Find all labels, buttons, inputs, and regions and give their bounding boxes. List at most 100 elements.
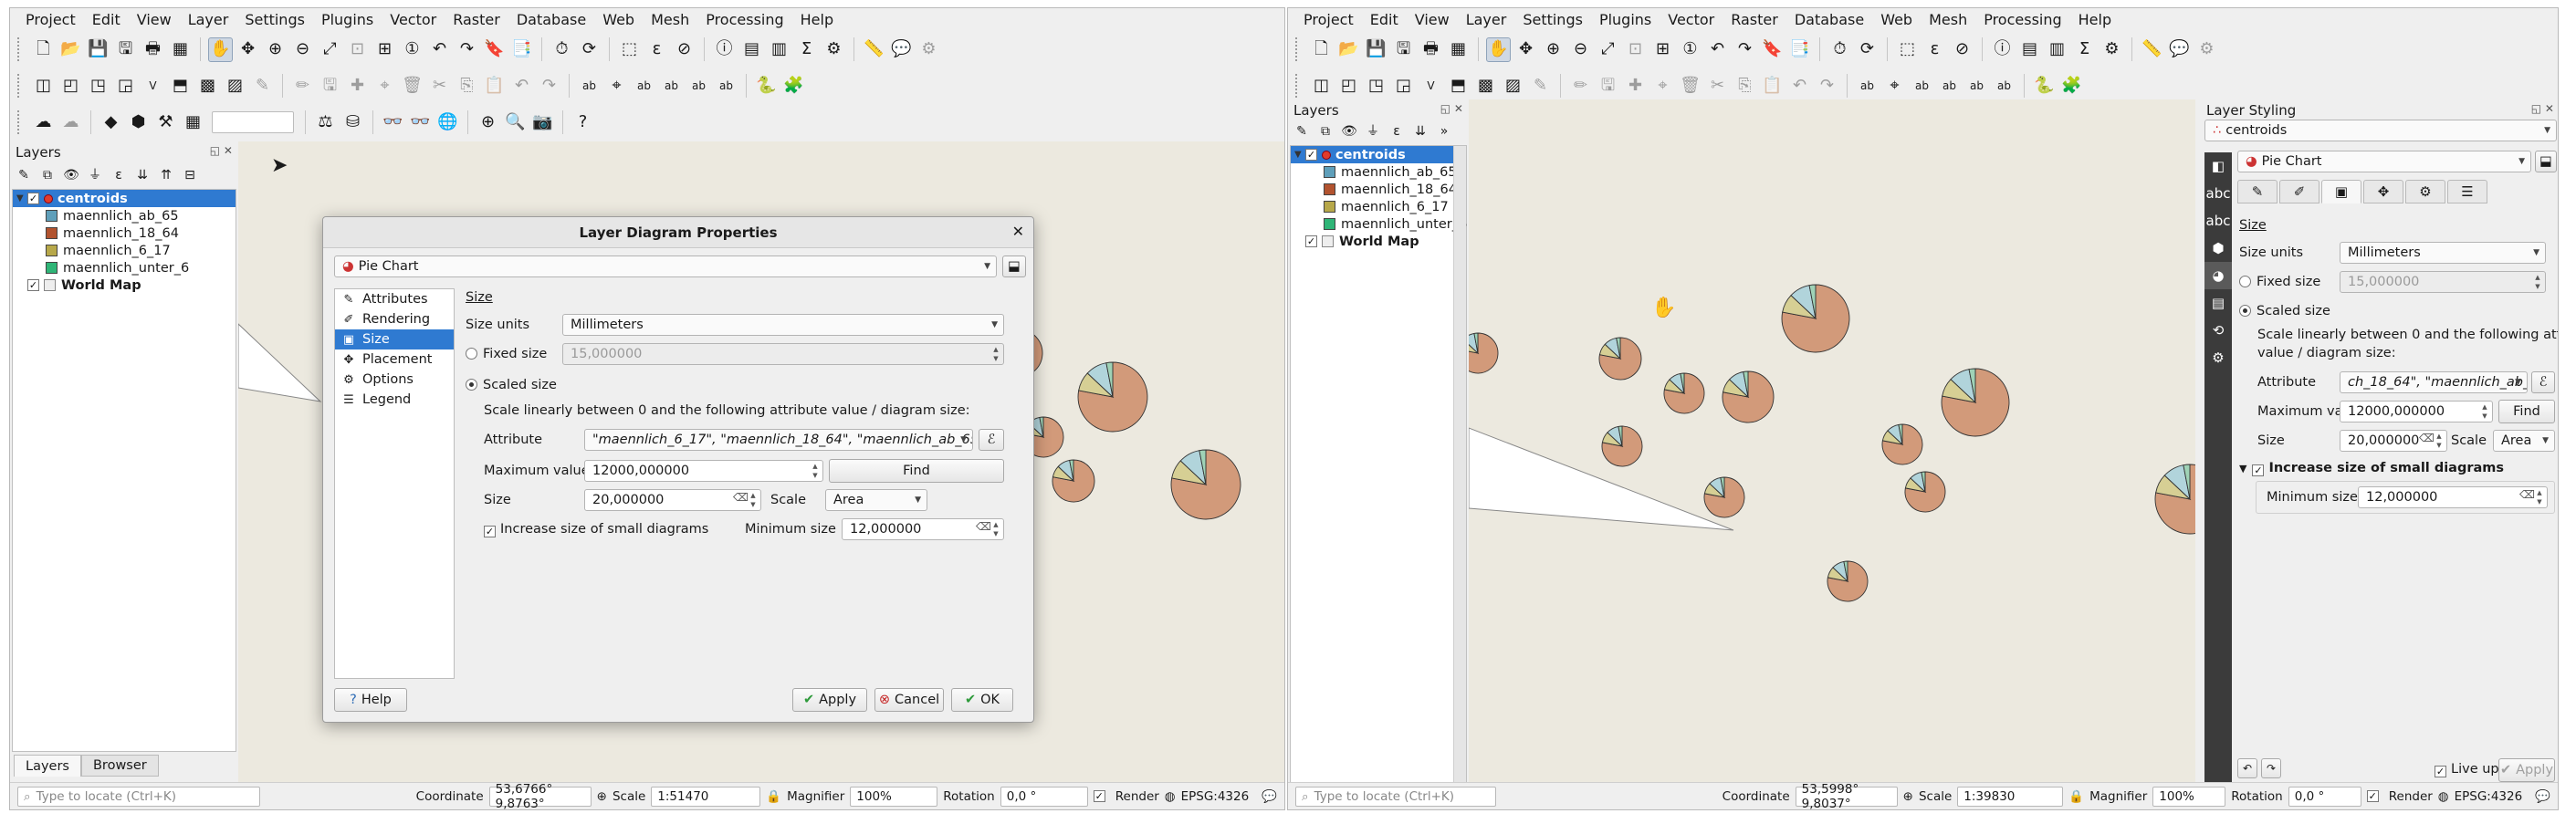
pie-diagram[interactable] (1077, 361, 1148, 433)
panel-float-close-icons[interactable]: ◱ ✕ (2531, 102, 2554, 115)
print-layout-icon[interactable]: 🖶 (141, 37, 165, 62)
layer-item[interactable]: ▼ ✓ centroids (13, 190, 236, 207)
add-feature-icon[interactable]: ✚ (345, 74, 370, 99)
map-search-icon[interactable]: 🔍 (503, 110, 528, 135)
data-source-manager-icon[interactable]: ◫ (31, 74, 56, 99)
show-bookmarks-icon[interactable]: 📑 (509, 37, 534, 62)
new-spatialite-icon[interactable]: ◲ (113, 74, 138, 99)
toolbox-icon[interactable]: ⚙ (822, 37, 846, 62)
messages-icon[interactable]: 💬 (1262, 789, 1277, 804)
layout-manager-icon[interactable]: ▦ (1446, 37, 1471, 62)
expression-button[interactable]: ℰ (2531, 371, 2555, 393)
style-manager-icon[interactable]: ✎ (14, 165, 34, 185)
menu-plugins[interactable]: Plugins (313, 8, 382, 32)
data-source-manager-icon[interactable]: ◫ (1309, 74, 1334, 99)
camera-icon[interactable]: 📷 (530, 110, 555, 135)
size-tab-icon[interactable]: ▣ (2321, 180, 2361, 203)
diagrams-tab-icon[interactable]: ◕ (2204, 262, 2232, 289)
menu-processing[interactable]: Processing (697, 8, 791, 32)
help-button[interactable]: ? Help (334, 688, 407, 712)
collapse-icon[interactable]: ⇈ (156, 165, 176, 185)
layer-item[interactable]: ✓ World Map (13, 276, 236, 294)
label-abc-icon[interactable]: ab (577, 74, 602, 99)
scale-field[interactable]: 1:51470 (651, 786, 761, 807)
open-project-icon[interactable]: 📂 (58, 37, 83, 62)
zoom-next-icon[interactable]: ↷ (455, 37, 479, 62)
layout-manager-icon[interactable]: ▦ (168, 37, 193, 62)
nav-item-placement[interactable]: ✥ Placement (335, 349, 454, 370)
label-move-icon[interactable]: ab (659, 74, 684, 99)
menu-view[interactable]: View (1407, 8, 1458, 32)
redo-icon[interactable]: ↷ (1815, 74, 1839, 99)
undo-icon[interactable]: ↶ (1787, 74, 1812, 99)
attribute-expression-combo[interactable]: "maennlich_6_17", "maennlich_18_64", "ma… (584, 429, 973, 451)
layer-visibility-checkbox[interactable]: ✓ (1305, 149, 1317, 161)
extents-toggle-icon[interactable]: ⊕ (1903, 789, 1913, 804)
panel-float-close-icons[interactable]: ◱ ✕ (210, 144, 233, 157)
nav-item-size[interactable]: ▣ Size (335, 329, 454, 349)
options-tab-icon[interactable]: ⚙ (2405, 180, 2445, 203)
refresh-icon[interactable]: ⟳ (1855, 37, 1880, 62)
legend-item[interactable]: maennlich_unter_6 (1291, 215, 1467, 233)
scale-icon[interactable]: ⚖ (313, 110, 338, 135)
nav-item-options[interactable]: ⚙ Options (335, 370, 454, 390)
label-abc-icon[interactable]: ab (1855, 74, 1880, 99)
pie-diagram[interactable] (1703, 476, 1745, 518)
nav-item-legend[interactable]: ☰ Legend (335, 390, 454, 410)
pie-diagram[interactable] (1601, 425, 1643, 467)
layer-visibility-checkbox[interactable]: ✓ (1305, 235, 1317, 247)
delete-selected-icon[interactable]: 🗑 (400, 74, 424, 99)
panel-float-close-icons[interactable]: ◱ ✕ (1440, 102, 1463, 115)
scale-field[interactable]: 1:39830 (1957, 786, 2064, 807)
delete-selected-icon[interactable]: 🗑 (1678, 74, 1702, 99)
zoom-last-icon[interactable]: ↶ (427, 37, 452, 62)
cloud-off-icon[interactable]: ☁ (58, 110, 83, 135)
vertex-tool-icon[interactable]: ⌖ (1650, 74, 1675, 99)
pie-diagram[interactable] (1052, 459, 1095, 503)
dialog-close-icon[interactable]: ✕ (1012, 223, 1024, 240)
field-calculator-icon[interactable]: ▥ (2045, 37, 2069, 62)
edit-pencil-icon[interactable]: ✏ (290, 74, 315, 99)
save-as-icon[interactable]: 🖫 (113, 37, 138, 62)
gear-icon[interactable]: ⚙ (916, 37, 941, 62)
ok-button[interactable]: ✔ OK (951, 688, 1013, 712)
legend-item[interactable]: maennlich_ab_65 (1291, 163, 1466, 181)
show-bookmarks-icon[interactable]: 📑 (1787, 37, 1812, 62)
tools-icon[interactable]: ⚒ (153, 110, 178, 135)
menu-project[interactable]: Project (1295, 8, 1362, 32)
database-icon[interactable]: ⛁ (340, 110, 365, 135)
attribute-expression-combo[interactable]: ch_18_64", "maennlich_ab_65")▼ (2340, 371, 2528, 393)
diagram-type-combo[interactable]: ◕ Pie Chart ▼ (2237, 151, 2531, 172)
more-icon[interactable]: » (1434, 121, 1454, 141)
new-spatialite-icon[interactable]: ◲ (1391, 74, 1416, 99)
layer-combo[interactable]: ∴ centroids ▼ (2204, 120, 2557, 141)
save-project-icon[interactable]: 💾 (86, 37, 110, 62)
deselect-icon[interactable]: ⊘ (1950, 37, 1974, 62)
menu-layer[interactable]: Layer (180, 8, 237, 32)
crs-button[interactable]: EPSG:4326 (1181, 789, 1250, 804)
zoom-layer-icon[interactable]: ⊞ (1650, 37, 1675, 62)
measure-icon[interactable]: 📏 (862, 37, 886, 62)
gear-icon[interactable]: ⚙ (2194, 37, 2219, 62)
attribute-table-icon[interactable]: ▤ (739, 37, 764, 62)
plugin-icon[interactable]: 🧩 (2059, 74, 2084, 99)
apply-button[interactable]: ✔ Apply (792, 688, 867, 712)
filter-legend-icon[interactable]: ɛ (109, 165, 129, 185)
toolbar-handle[interactable] (17, 74, 23, 98)
pie-diagram[interactable] (1881, 423, 1923, 465)
deselect-icon[interactable]: ⊘ (672, 37, 696, 62)
menu-mesh[interactable]: Mesh (1921, 8, 1975, 32)
redo-icon[interactable]: ↷ (537, 74, 561, 99)
select-value-icon[interactable]: ɛ (1922, 37, 1947, 62)
toolbar-combo[interactable] (212, 111, 294, 133)
clear-icon[interactable]: ⌫ (733, 492, 749, 510)
statistics-icon[interactable]: Σ (2072, 37, 2097, 62)
add-raster-icon[interactable]: ▩ (1473, 74, 1498, 99)
new-project-icon[interactable]: 🗋 (31, 37, 56, 62)
temporal-icon[interactable]: ⏱ (1827, 37, 1852, 62)
nav-item-attributes[interactable]: ✎ Attributes (335, 289, 454, 309)
zoom-in-icon[interactable]: ⊕ (1541, 37, 1565, 62)
layer-item[interactable]: ✓ World Map (1291, 233, 1466, 250)
3d-view-tab-icon[interactable]: ⬢ (2204, 235, 2232, 262)
locator-input[interactable]: ⌕ Type to locate (Ctrl+K) (1295, 786, 1496, 807)
